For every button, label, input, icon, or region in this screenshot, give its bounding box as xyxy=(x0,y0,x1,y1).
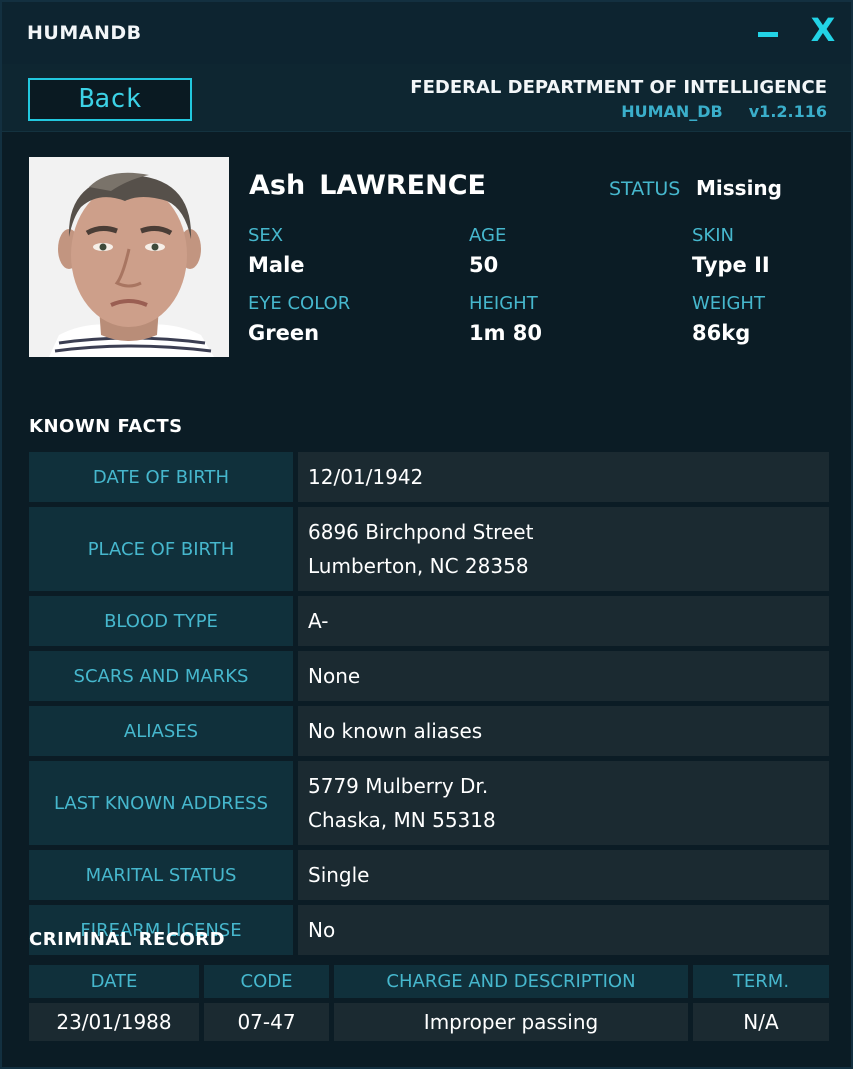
sex-label: SEX xyxy=(248,225,284,246)
column-header-charge: CHARGE AND DESCRIPTION xyxy=(334,965,688,998)
status-label: STATUS xyxy=(609,178,681,200)
table-row: MARITAL STATUS Single xyxy=(29,850,829,900)
fact-value-line: Single xyxy=(308,863,370,887)
age-value: 50 xyxy=(469,253,499,277)
fact-label: BLOOD TYPE xyxy=(29,596,293,646)
table-row: BLOOD TYPE A- xyxy=(29,596,829,646)
fact-value-line: A- xyxy=(308,609,329,633)
record-charge-cell: Improper passing xyxy=(334,1003,688,1041)
profile-photo xyxy=(29,157,229,357)
fact-value: No known aliases xyxy=(298,706,829,756)
fact-label: MARITAL STATUS xyxy=(29,850,293,900)
table-header-row: DATE CODE CHARGE AND DESCRIPTION TERM. xyxy=(29,965,829,998)
height-label: HEIGHT xyxy=(469,293,538,314)
close-button[interactable]: X xyxy=(808,12,838,48)
fact-value: A- xyxy=(298,596,829,646)
fact-label: SCARS AND MARKS xyxy=(29,651,293,701)
app-name: HUMANDB xyxy=(27,22,142,44)
table-row: PLACE OF BIRTH 6896 Birchpond Street Lumbe… xyxy=(29,507,829,591)
fact-value: 6896 Birchpond Street Lumberton, NC 28358 xyxy=(298,507,829,591)
table-row: ALIASES No known aliases xyxy=(29,706,829,756)
eye-color-value: Green xyxy=(248,321,320,345)
title-bar: HUMANDB X xyxy=(2,2,851,64)
fact-label: ALIASES xyxy=(29,706,293,756)
fact-value-line: Chaska, MN 55318 xyxy=(308,808,496,832)
header-band: Back FEDERAL DEPARTMENT OF INTELLIGENCE … xyxy=(2,64,851,132)
minimize-icon xyxy=(758,32,778,37)
table-row: DATE OF BIRTH 12/01/1942 xyxy=(29,452,829,502)
fact-value-line: 6896 Birchpond Street xyxy=(308,520,534,544)
fact-value: 12/01/1942 xyxy=(298,452,829,502)
criminal-record-table: DATE CODE CHARGE AND DESCRIPTION TERM. 2… xyxy=(29,965,829,1046)
known-facts-table: DATE OF BIRTH 12/01/1942 PLACE OF BIRTH 689… xyxy=(29,452,829,960)
record-date-cell: 23/01/1988 xyxy=(29,1003,199,1041)
fact-label: PLACE OF BIRTH xyxy=(29,507,293,591)
table-row: 23/01/1988 07-47 Improper passing N/A xyxy=(29,1003,829,1041)
fact-value: Single xyxy=(298,850,829,900)
fact-value-line: None xyxy=(308,664,361,688)
criminal-record-title: CRIMINAL RECORD xyxy=(29,929,226,950)
fact-value-line: No known aliases xyxy=(308,719,483,743)
fact-value: 5779 Mulberry Dr. Chaska, MN 55318 xyxy=(298,761,829,845)
fact-value-line: 5779 Mulberry Dr. xyxy=(308,774,489,798)
fact-value: None xyxy=(298,651,829,701)
eye-color-label: EYE COLOR xyxy=(248,293,351,314)
portrait-image xyxy=(29,157,229,357)
fact-label: DATE OF BIRTH xyxy=(29,452,293,502)
weight-label: WEIGHT xyxy=(692,293,765,314)
column-header-date: DATE xyxy=(29,965,199,998)
skin-label: SKIN xyxy=(692,225,735,246)
fact-label: LAST KNOWN ADDRESS xyxy=(29,761,293,845)
db-version-line: HUMAN_DB v1.2.116 xyxy=(621,102,827,121)
fact-value-line: Lumberton, NC 28358 xyxy=(308,554,529,578)
record-code-cell: 07-47 xyxy=(204,1003,329,1041)
table-row: LAST KNOWN ADDRESS 5779 Mulberry Dr. Chask… xyxy=(29,761,829,845)
height-value: 1m 80 xyxy=(469,321,543,345)
organization-title: FEDERAL DEPARTMENT OF INTELLIGENCE xyxy=(410,77,827,98)
fact-value-line: 12/01/1942 xyxy=(308,465,424,489)
column-header-term: TERM. xyxy=(693,965,829,998)
minimize-button[interactable] xyxy=(758,18,780,48)
table-row: SCARS AND MARKS None xyxy=(29,651,829,701)
db-name: HUMAN_DB xyxy=(621,102,723,121)
last-name: LAWRENCE xyxy=(319,170,486,201)
known-facts-title: KNOWN FACTS xyxy=(29,416,183,437)
record-term-cell: N/A xyxy=(693,1003,829,1041)
age-label: AGE xyxy=(469,225,507,246)
back-button[interactable]: Back xyxy=(28,78,192,121)
version-label: v1.2.116 xyxy=(748,102,827,121)
column-header-code: CODE xyxy=(204,965,329,998)
fact-value-line: No xyxy=(308,918,336,942)
humandb-window: HUMANDB X Back FEDERAL DEPARTMENT OF INT… xyxy=(0,0,853,1069)
weight-value: 86kg xyxy=(692,321,751,345)
status-value: Missing xyxy=(696,176,782,200)
fact-value: No xyxy=(298,905,829,955)
sex-value: Male xyxy=(248,253,305,277)
skin-value: Type II xyxy=(692,253,770,277)
first-name: Ash xyxy=(249,170,306,201)
person-name: Ash LAWRENCE xyxy=(249,170,486,201)
